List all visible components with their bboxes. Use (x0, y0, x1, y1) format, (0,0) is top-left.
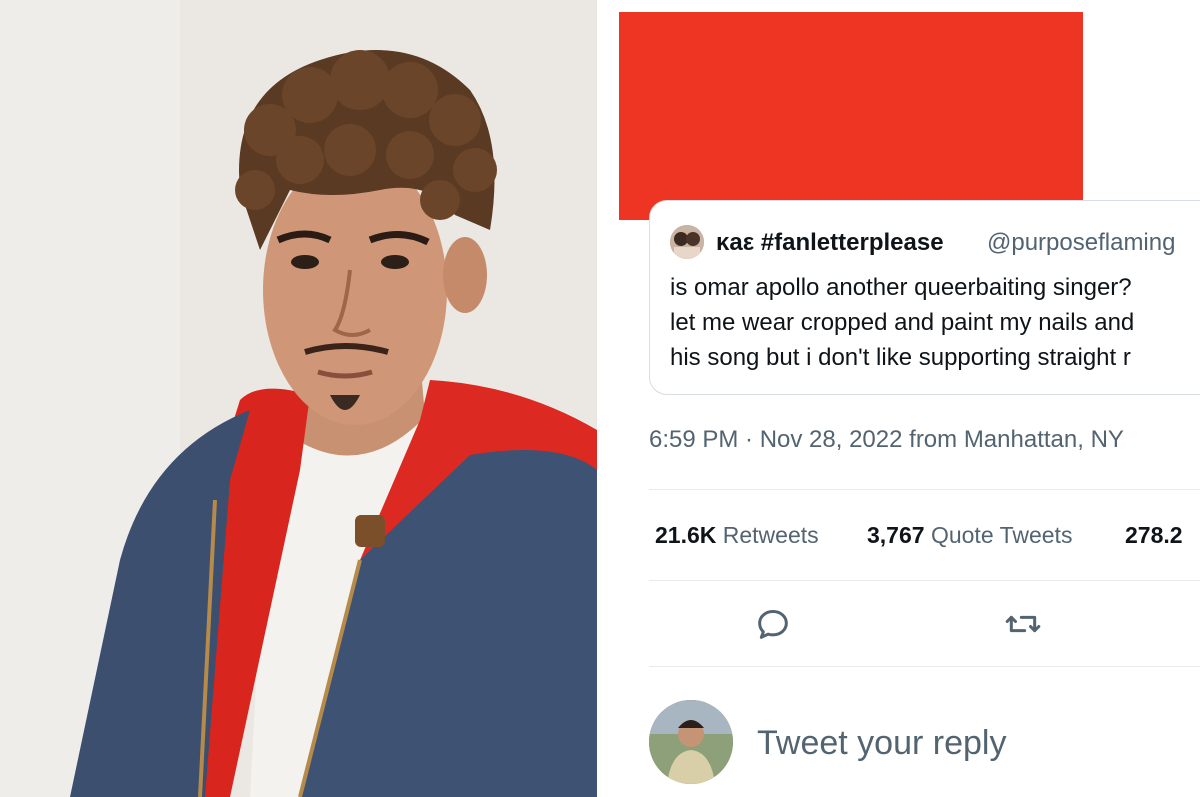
retweet-icon (1005, 615, 1041, 633)
quoted-text-line: is omar apollo another queerbaiting sing… (670, 274, 1132, 301)
quoted-tweet-card[interactable]: κaε #fanletterplease @purposeflaming is … (649, 200, 1200, 395)
quotes-count: 3,767 (867, 522, 925, 548)
retweet-button[interactable] (1003, 604, 1043, 644)
quote-tweets-stat[interactable]: 3,767 Quote Tweets (867, 522, 1072, 549)
retweets-stat[interactable]: 21.6K Retweets (655, 522, 819, 549)
portrait-illustration (0, 0, 597, 797)
quoted-handle[interactable]: @purposeflaming (987, 229, 1175, 257)
user-avatar[interactable] (649, 700, 733, 784)
quoted-text-line: let me wear cropped and paint my nails a… (670, 309, 1135, 336)
redaction-box (619, 12, 1083, 220)
retweets-count: 21.6K (655, 522, 717, 548)
quoted-text-line: his song but i don't like supporting str… (670, 344, 1131, 371)
retweets-label: Retweets (722, 522, 819, 548)
reply-icon (758, 610, 788, 639)
quoted-author-avatar[interactable] (670, 225, 704, 259)
tweet-timestamp[interactable]: 6:59 PM · Nov 28, 2022 from Manhattan, N… (649, 426, 1124, 454)
divider-line (649, 580, 1200, 581)
quoted-display-name[interactable]: κaε #fanletterplease (716, 229, 944, 257)
likes-count: 278.2 (1125, 522, 1183, 548)
portrait-photo (0, 0, 597, 797)
reply-input[interactable]: Tweet your reply (757, 724, 1006, 763)
likes-stat[interactable]: 278.2 (1125, 522, 1183, 549)
quotes-label: Quote Tweets (930, 522, 1073, 548)
reply-button[interactable] (753, 604, 793, 644)
panel-divider (597, 0, 607, 797)
tweet-screenshot: κaε #fanletterplease @purposeflaming is … (607, 0, 1200, 797)
divider-line (649, 489, 1200, 490)
divider-line (649, 666, 1200, 667)
